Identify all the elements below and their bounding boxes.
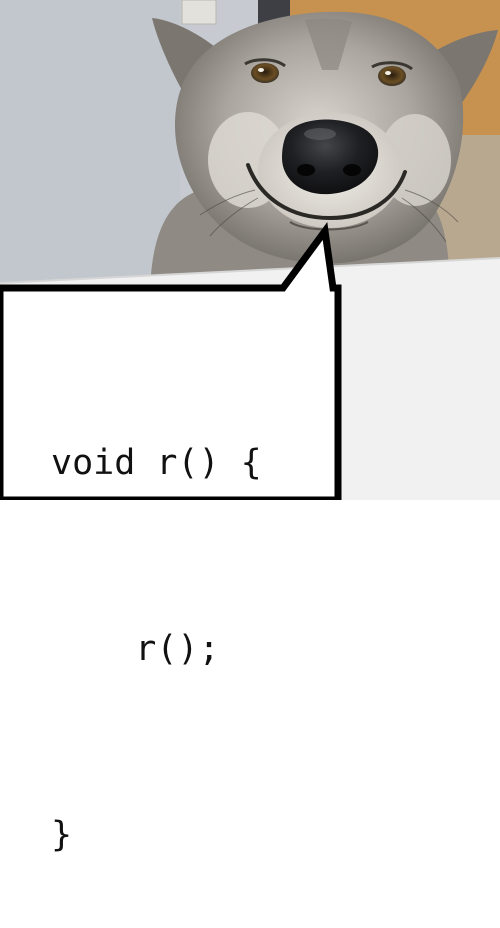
wolf-eye-right <box>378 66 406 86</box>
wolf-nostril-right <box>343 164 361 176</box>
wolf-nostril-left <box>297 164 315 176</box>
wolf-eye-left <box>251 63 279 83</box>
wolf-eye-left-glint <box>258 68 264 72</box>
code-line-3: } <box>51 815 73 855</box>
speech-bubble-text: void r() { r(); } <box>51 308 331 928</box>
wall-plate <box>181 0 217 25</box>
wolf-nose-highlight <box>304 128 336 140</box>
code-line-2: r(); <box>51 629 220 669</box>
wolf-eye-right-glint <box>385 71 391 75</box>
wall-shadow <box>0 0 180 290</box>
code-line-1: void r() { <box>51 443 262 483</box>
